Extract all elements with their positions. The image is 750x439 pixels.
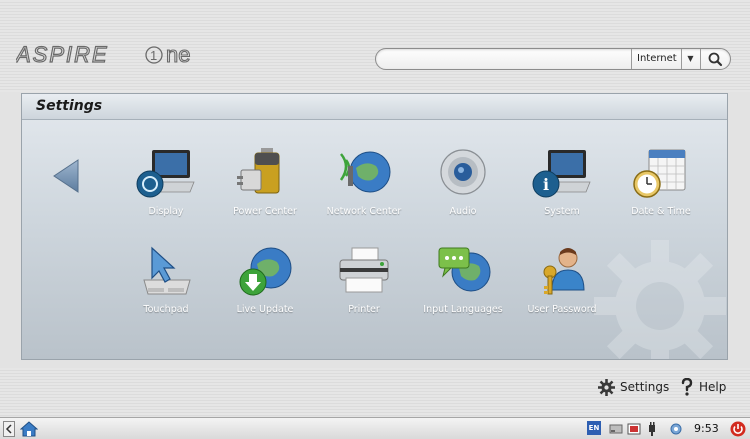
settings-item-network-center[interactable]: Network Center [316, 146, 412, 230]
search-icon [708, 52, 723, 67]
taskbar: EN 9:53 [0, 417, 750, 439]
header: ASPIRE 1 ne Internet ▼ [0, 0, 750, 92]
calendar-clock-icon [633, 149, 686, 198]
settings-item-power-center[interactable]: Power Center [217, 146, 313, 230]
settings-item-live-update[interactable]: Live Update [217, 244, 313, 328]
search-engine-select[interactable]: Internet ▼ [631, 49, 699, 69]
tile-label: Power Center [233, 206, 297, 217]
globe-chat-icon [438, 247, 491, 292]
chevron-left-icon [3, 421, 15, 437]
tile-label: User Password [527, 304, 597, 315]
chevron-down-icon: ▼ [681, 49, 699, 69]
tile-label: System [544, 206, 580, 217]
back-arrow-icon[interactable] [52, 158, 80, 194]
disk-tray-icon[interactable] [609, 421, 623, 437]
question-mark-icon [681, 378, 693, 396]
panel-title-bar: Settings [22, 94, 727, 120]
footer-settings-label: Settings [620, 380, 670, 394]
touchpad-icon [143, 246, 191, 295]
svg-text:1: 1 [150, 48, 157, 63]
laptop-display-icon [136, 150, 195, 198]
tile-label: Network Center [326, 206, 402, 217]
printer-icon [339, 247, 389, 293]
svg-text:ASPIRE: ASPIRE [16, 44, 109, 66]
tile-label: Input Languages [423, 304, 503, 315]
settings-item-system[interactable]: i System [514, 146, 610, 230]
gear-icon [598, 378, 615, 396]
tile-label: Display [148, 206, 184, 217]
battery-icon [237, 148, 280, 194]
speaker-icon [440, 149, 486, 195]
language-indicator[interactable]: EN [587, 421, 601, 435]
footer-help-label: Help [699, 380, 727, 394]
search-input[interactable] [386, 51, 626, 67]
power-button[interactable] [730, 421, 746, 437]
clock: 9:53 [694, 422, 719, 435]
laptop-info-icon: i [532, 150, 591, 198]
user-key-icon [543, 248, 585, 295]
network-globe-icon [339, 151, 391, 193]
monitor-tray-icon[interactable] [627, 421, 641, 437]
network-tray-icon[interactable] [669, 421, 683, 437]
tile-label: Date & Time [631, 206, 691, 217]
footer: Settings Help [0, 368, 750, 416]
footer-help-link[interactable]: Help [680, 378, 726, 396]
home-icon [19, 421, 39, 437]
footer-settings-link[interactable]: Settings [598, 378, 669, 396]
svg-text:ne: ne [166, 44, 190, 66]
settings-item-date-time[interactable]: Date & Time [613, 146, 709, 230]
taskbar-scroll-left-button[interactable] [3, 421, 15, 437]
home-button[interactable] [19, 421, 39, 437]
tile-label: Printer [348, 304, 380, 315]
power-icon [730, 421, 746, 437]
search-engine-label: Internet [637, 53, 677, 64]
settings-item-user-password[interactable]: User Password [514, 244, 610, 328]
panel-title: Settings [36, 98, 103, 114]
settings-item-printer[interactable]: Printer [316, 244, 412, 328]
search-button[interactable] [700, 49, 730, 69]
settings-item-input-languages[interactable]: Input Languages [415, 244, 511, 328]
aspire-one-logo: ASPIRE 1 ne [16, 44, 191, 66]
settings-item-touchpad[interactable]: Touchpad [118, 244, 214, 328]
globe-download-icon [239, 247, 292, 296]
tile-label: Touchpad [143, 304, 189, 315]
tile-label: Audio [449, 206, 477, 217]
svg-text:i: i [543, 175, 549, 194]
settings-item-display[interactable]: Display [118, 146, 214, 230]
tile-label: Live Update [236, 304, 294, 315]
settings-item-audio[interactable]: Audio [415, 146, 511, 230]
search-box: Internet ▼ [375, 48, 731, 70]
power-plug-icon[interactable] [645, 421, 659, 437]
settings-panel: Settings Display Power Center Network Ce… [21, 93, 728, 360]
